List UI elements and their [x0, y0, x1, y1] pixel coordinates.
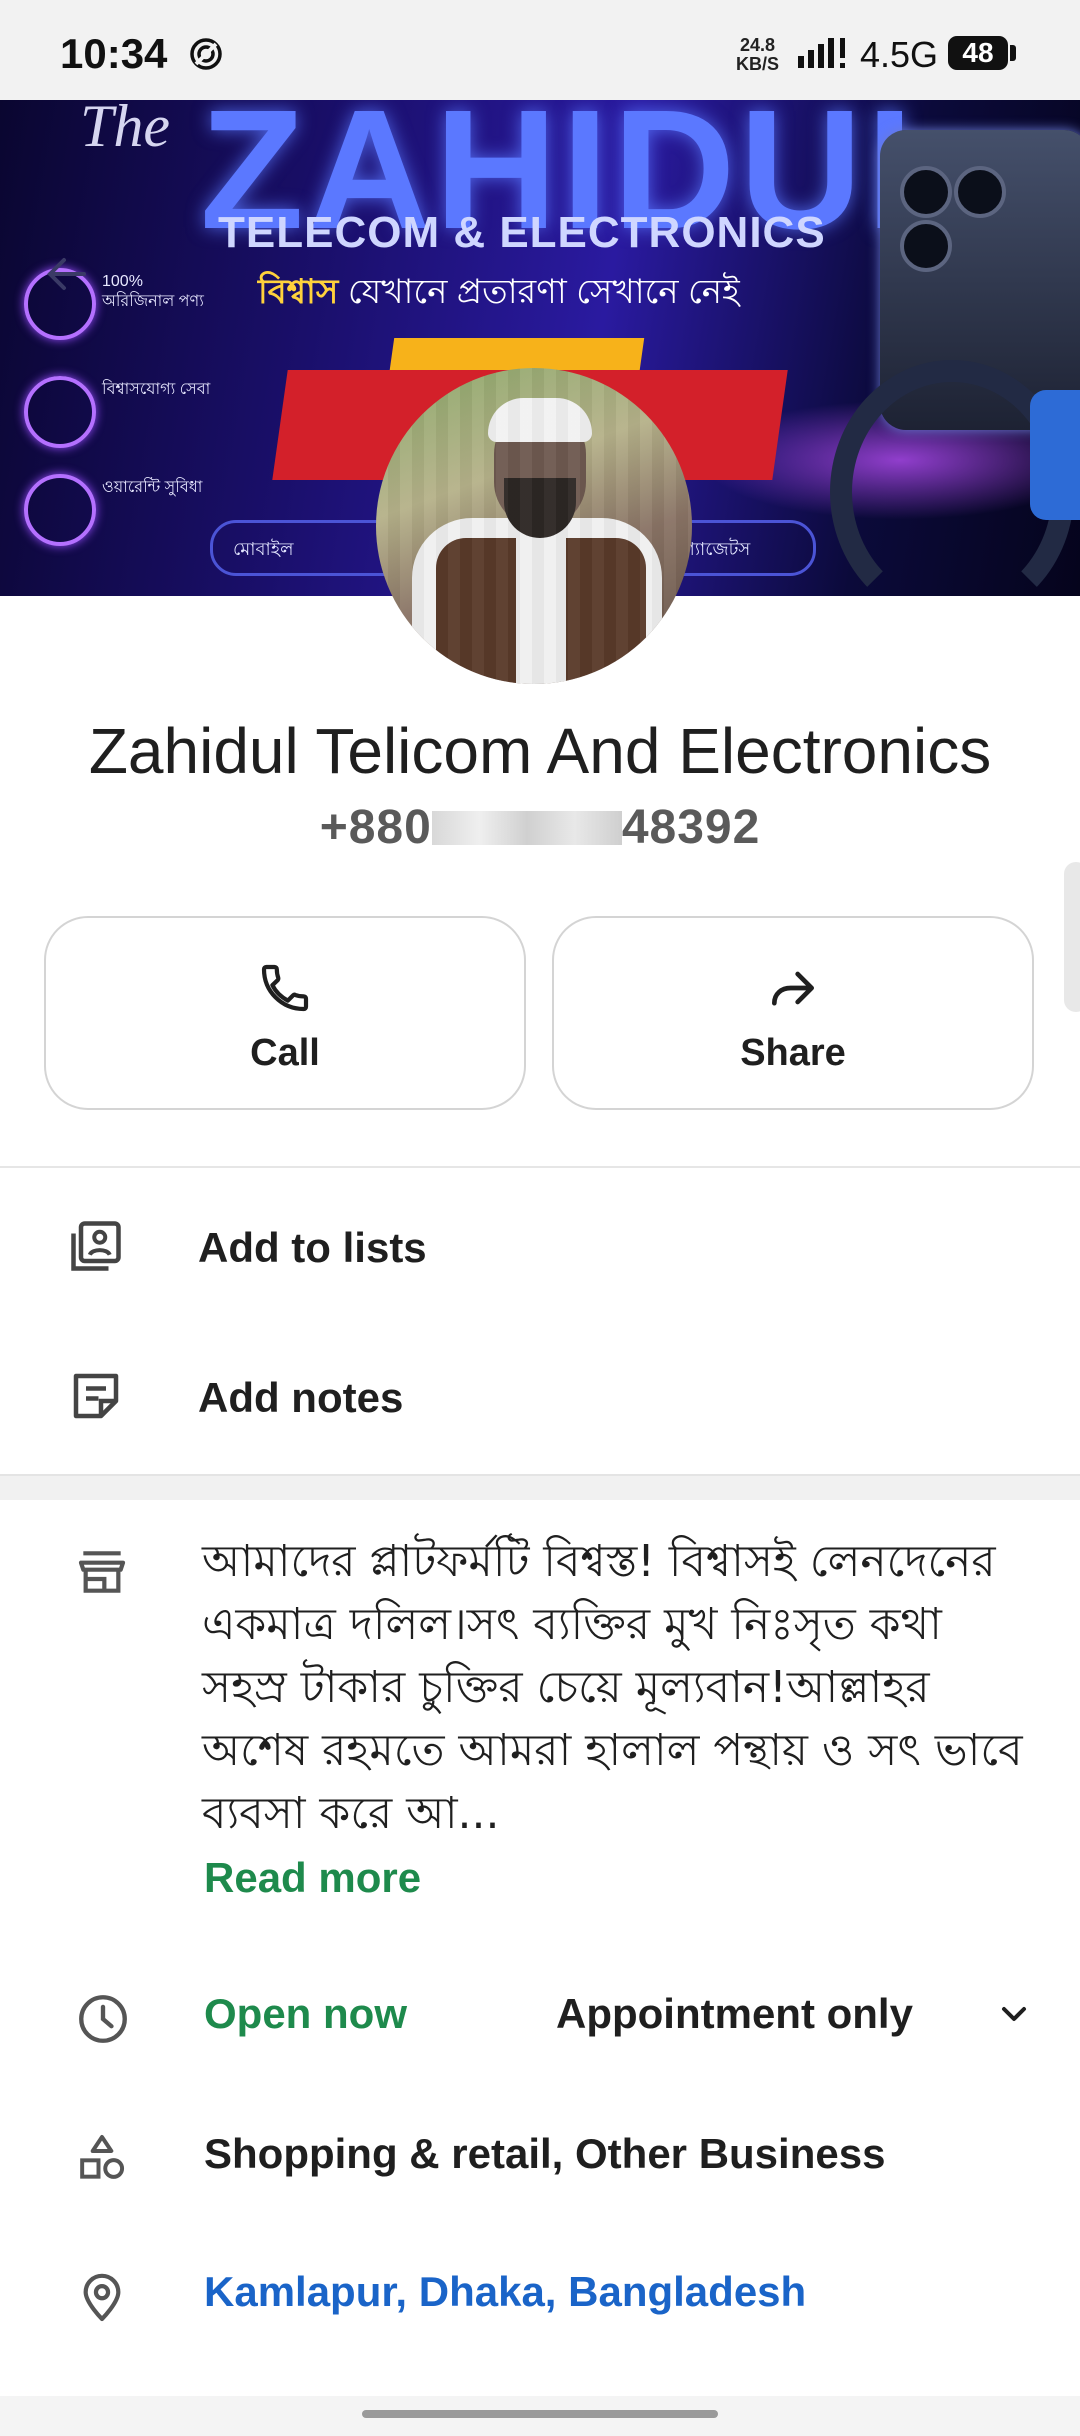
call-button[interactable]: Call	[44, 916, 526, 1110]
add-to-lists-label: Add to lists	[198, 1224, 427, 1271]
divider	[0, 1166, 1080, 1168]
battery-tip	[1010, 45, 1016, 61]
phone-redacted	[431, 811, 622, 845]
section-separator	[0, 1474, 1080, 1500]
hours-detail: Appointment only	[556, 1990, 913, 2037]
share-arrow-icon	[764, 960, 822, 1021]
share-label: Share	[740, 1032, 846, 1074]
smartwatch-image	[1030, 390, 1080, 520]
back-arrow-icon[interactable]	[40, 248, 92, 305]
store-icon	[74, 1544, 130, 1605]
edge-panel-handle[interactable]	[1064, 862, 1080, 1012]
shield-icon	[24, 376, 96, 448]
battery-icon: 48	[948, 36, 1008, 70]
business-phone[interactable]: +880 48392	[0, 800, 1080, 855]
profile-avatar	[376, 368, 692, 684]
location-pin-icon	[74, 2268, 130, 2333]
status-time: 10:34	[60, 30, 168, 77]
add-notes-row[interactable]: Add notes	[0, 1336, 1080, 1456]
clock-icon	[74, 1990, 132, 2053]
about-text: আমাদের প্লাটফর্মটি বিশ্বস্ত! বিশ্বাসই লে…	[202, 1536, 1023, 1839]
banner-subtitle: TELECOM & ELECTRONICS	[218, 208, 826, 257]
status-bar: 10:34 24.8 KB/S 4.5G 48	[0, 0, 1080, 100]
add-to-lists-row[interactable]: Add to lists	[0, 1186, 1080, 1306]
note-icon	[66, 1366, 126, 1431]
feature-trusted: বিশ্বাসযোগ্য সেবা	[24, 376, 214, 456]
banner-tagline: বিশ্বাস যেখানে প্রতারণা সেখানে নেই	[258, 273, 740, 311]
network-speed: 24.8 KB/S	[736, 35, 780, 74]
banner-the: The	[80, 100, 170, 159]
category-shapes-icon	[74, 2130, 130, 2191]
signal-icon	[798, 38, 848, 75]
nfc-icon	[188, 36, 224, 77]
open-status: Open now	[204, 1990, 407, 2037]
phone-icon	[257, 960, 313, 1021]
hours-row[interactable]	[0, 1970, 1080, 2070]
about-section: আমাদের প্লাটফর্মটি বিশ্বস্ত! বিশ্বাসই লে…	[0, 1530, 1080, 1930]
bookmark-list-icon	[66, 1216, 126, 1281]
add-notes-label: Add notes	[198, 1374, 404, 1421]
network-type: 4.5G	[860, 34, 939, 75]
read-more-link[interactable]: Read more	[204, 1854, 421, 1902]
business-name: Zahidul Telicom And Electronics	[88, 715, 992, 787]
document-icon	[24, 474, 96, 546]
call-label: Call	[250, 1032, 320, 1074]
chevron-down-icon[interactable]	[994, 1994, 1034, 2039]
home-indicator[interactable]	[362, 2410, 718, 2418]
feature-warranty: ওয়ারেন্টি সুবিধা	[24, 474, 214, 554]
business-category: Shopping & retail, Other Business	[204, 2130, 886, 2177]
share-button[interactable]: Share	[552, 916, 1034, 1110]
business-location[interactable]: Kamlapur, Dhaka, Bangladesh	[204, 2268, 806, 2316]
